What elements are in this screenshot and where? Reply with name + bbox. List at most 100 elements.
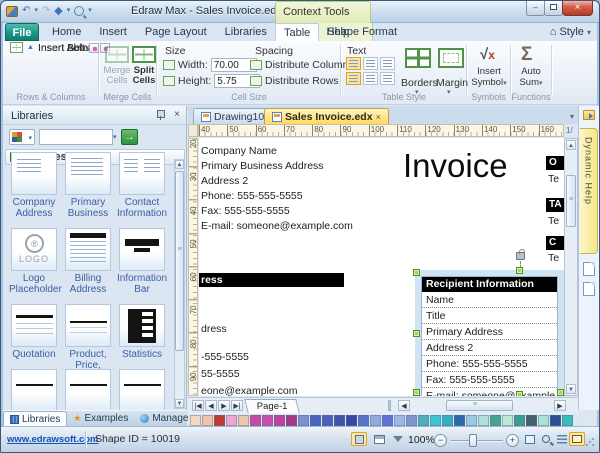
search-input[interactable] — [39, 129, 113, 145]
presentation-button[interactable] — [569, 432, 585, 446]
distribute-columns-button[interactable]: Distribute Columns — [250, 58, 354, 72]
vertical-ruler[interactable]: 2030405060708090100110120 — [188, 138, 198, 396]
library-scrollbar[interactable]: ▲ ≡ ▼ — [174, 159, 185, 409]
close-button[interactable]: × — [562, 1, 593, 16]
recipient-table-row[interactable]: Title — [422, 308, 557, 324]
color-swatch[interactable] — [346, 415, 357, 426]
shape-thumbnail[interactable] — [119, 152, 165, 195]
dynamic-help-tab[interactable]: Dynamic Help — [580, 128, 598, 254]
tab-file[interactable]: File — [5, 23, 39, 41]
address-header-bar[interactable]: ress — [199, 273, 344, 287]
undo-icon[interactable]: ↶ — [22, 4, 30, 18]
shape-unnamed-2[interactable] — [63, 369, 113, 410]
horizontal-scrollbar-thumb[interactable] — [446, 400, 513, 411]
zoom-slider-track[interactable] — [451, 440, 503, 442]
color-swatch[interactable] — [538, 415, 549, 426]
next-page-button[interactable]: ▶ — [218, 400, 230, 411]
vertical-scrollbar-thumb[interactable]: ≡ — [566, 175, 576, 227]
color-swatch[interactable] — [358, 415, 369, 426]
scroll-up-icon[interactable]: ▲ — [566, 140, 576, 150]
doc-tab-close-icon[interactable]: × — [376, 112, 381, 122]
shape-thumbnail[interactable] — [11, 369, 57, 410]
color-swatch[interactable] — [226, 415, 237, 426]
margin-button[interactable]: Margin — [436, 77, 468, 89]
text-align-right-button[interactable] — [380, 57, 395, 70]
text-align-center-button[interactable] — [363, 57, 378, 70]
pages-button[interactable] — [554, 432, 570, 446]
text-align-bottom-button[interactable] — [380, 72, 395, 85]
normal-view-button[interactable] — [351, 432, 367, 446]
search-go-button[interactable]: → — [121, 129, 138, 145]
recipient-table-row[interactable]: Phone: 555-555-5555 — [422, 356, 557, 372]
help-doc-icon[interactable] — [583, 282, 595, 296]
shape-unnamed-3[interactable] — [117, 369, 167, 410]
text-align-top-button[interactable] — [346, 72, 361, 85]
scroll-left-icon[interactable]: ◀ — [398, 400, 410, 411]
fit-page-button[interactable] — [522, 432, 538, 446]
shape-thumbnail[interactable] — [119, 304, 165, 347]
company-info-block[interactable]: Company Name Primary Business Address Addr… — [201, 144, 353, 234]
tab-libraries[interactable]: Libraries — [3, 411, 68, 426]
color-swatch[interactable] — [466, 415, 477, 426]
minimize-button[interactable]: – — [526, 1, 545, 16]
color-swatch[interactable] — [418, 415, 429, 426]
drawing-canvas[interactable]: Company Name Primary Business Address Addr… — [199, 138, 564, 396]
margin-icon[interactable] — [438, 48, 464, 68]
shape-information-bar[interactable]: Information Bar — [117, 228, 167, 295]
color-swatch[interactable] — [502, 415, 513, 426]
shape-product-price[interactable]: Product, Price, — [63, 304, 113, 371]
color-swatch[interactable] — [334, 415, 345, 426]
last-page-button[interactable]: ▶| — [231, 400, 243, 411]
zoom-out-button[interactable]: − — [434, 434, 447, 447]
shape-contact-information[interactable]: Contact Information — [117, 152, 167, 219]
zoom-slider-thumb[interactable] — [469, 434, 477, 447]
save-icon[interactable] — [6, 5, 18, 17]
zoom-in-button[interactable]: + — [506, 434, 519, 447]
recipient-table-row[interactable]: Address 2 — [422, 340, 557, 356]
color-swatch[interactable] — [394, 415, 405, 426]
selection-handle[interactable] — [516, 391, 523, 396]
undo-dropdown-icon[interactable]: ▾ — [34, 4, 38, 18]
color-swatch[interactable] — [562, 415, 573, 426]
doc-tab-list-icon[interactable]: ▾ — [570, 112, 574, 121]
menu-tab[interactable]: Home — [43, 23, 90, 41]
menu-tab[interactable]: Page Layout — [136, 23, 216, 41]
shape-billing-address[interactable]: Billing Address — [63, 228, 113, 295]
resize-grip[interactable] — [585, 437, 595, 447]
color-swatch[interactable] — [370, 415, 381, 426]
scroll-up-icon[interactable]: ▲ — [175, 160, 184, 169]
shape-logo-placeholder[interactable]: ® LOGO Logo Placeholder — [9, 228, 62, 295]
doc-tab-sales-invoice[interactable]: Sales Invoice.edx × — [264, 108, 389, 124]
auto-sum-button[interactable]: Auto Sum▾ — [512, 66, 550, 89]
borders-button[interactable]: Borders — [401, 77, 438, 89]
shape-thumbnail[interactable] — [65, 152, 111, 195]
selection-handle[interactable] — [413, 389, 420, 396]
shape-thumbnail[interactable] — [119, 228, 165, 271]
color-swatch[interactable] — [250, 415, 261, 426]
shape-thumbnail[interactable] — [11, 152, 57, 195]
scroll-down-icon[interactable]: ▼ — [566, 384, 576, 394]
color-swatch[interactable] — [442, 415, 453, 426]
pin-icon[interactable] — [156, 110, 165, 120]
color-swatch[interactable] — [238, 415, 249, 426]
new-drawing-dropdown-icon[interactable]: ▾ — [67, 4, 71, 18]
color-swatch[interactable] — [454, 415, 465, 426]
filter-view-button[interactable] — [389, 432, 405, 446]
row-action-icon[interactable] — [88, 42, 99, 53]
style-button[interactable]: ⌂ Style ▾ — [550, 23, 591, 42]
color-swatch[interactable] — [406, 415, 417, 426]
horizontal-ruler[interactable]: 405060708090100110120130140150160170 — [198, 124, 564, 137]
color-swatch[interactable] — [322, 415, 333, 426]
shape-thumbnail[interactable] — [65, 228, 111, 271]
color-swatch[interactable] — [430, 415, 441, 426]
text-align-middle-button[interactable] — [363, 72, 378, 85]
color-swatch[interactable] — [550, 415, 561, 426]
previous-page-button[interactable]: ◀ — [205, 400, 217, 411]
menu-tab[interactable]: Libraries — [216, 23, 276, 41]
split-cells-button[interactable]: Split Cells — [128, 46, 160, 91]
invoice-title[interactable]: Invoice — [403, 147, 508, 185]
recipient-table-header[interactable]: Recipient Information — [422, 277, 557, 292]
borders-icon[interactable] — [405, 48, 431, 68]
shape-unnamed-1[interactable] — [9, 369, 59, 410]
library-scrollbar-thumb[interactable] — [175, 171, 184, 351]
